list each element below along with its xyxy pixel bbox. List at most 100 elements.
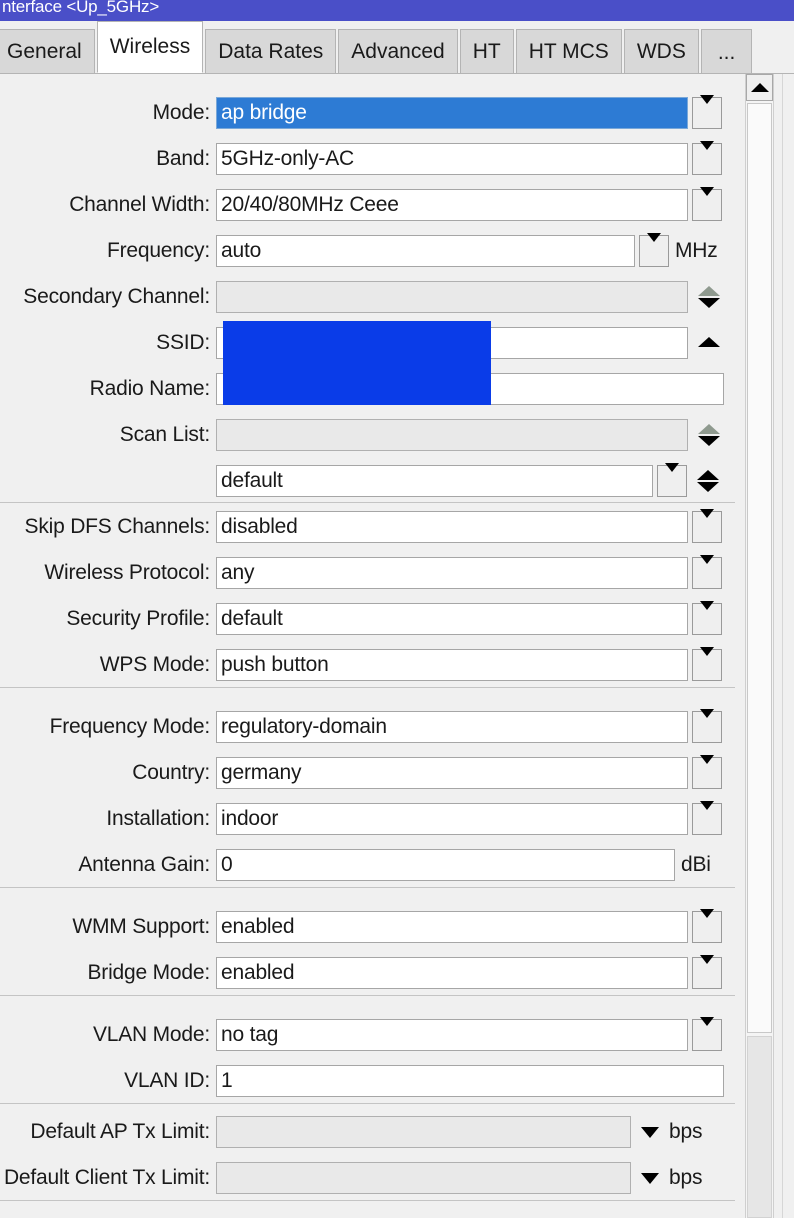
frequency-mode-label: Frequency Mode: [49, 715, 211, 738]
skip-dfs-channels-input[interactable]: disabled [216, 511, 688, 543]
vlan-id-input[interactable]: 1 [216, 1065, 724, 1097]
window-right-edge [782, 74, 794, 1218]
bridge-mode-dropdown-icon[interactable] [692, 955, 722, 989]
tab-bar: General Wireless Data Rates Advanced HT … [0, 21, 794, 73]
field-row-frequency-mode: Frequency Mode: regulatory-domain [0, 707, 722, 747]
field-row-antenna-gain: Antenna Gain: 0 dBi [0, 845, 711, 885]
field-row-default-ap-tx-limit: Default AP Tx Limit: bps [0, 1112, 702, 1152]
default-ap-tx-limit-dropdown-icon[interactable] [637, 1126, 663, 1138]
tab-label: Wireless [109, 35, 191, 58]
tab-data-rates[interactable]: Data Rates [205, 29, 337, 73]
section-divider [0, 1103, 735, 1104]
field-row-channel-width: Channel Width: 20/40/80MHz Ceee [0, 185, 722, 225]
scan-list-profile-input[interactable]: default [216, 465, 653, 497]
field-row-vlan-mode: VLAN Mode: no tag [0, 1015, 722, 1055]
wireless-protocol-input[interactable]: any [216, 557, 688, 589]
field-row-country: Country: germany [0, 753, 722, 793]
secondary-channel-spinner-icon[interactable] [694, 280, 724, 314]
field-row-skip-dfs-channels: Skip DFS Channels: disabled [0, 507, 722, 547]
wireless-protocol-dropdown-icon[interactable] [692, 555, 722, 589]
tab-label: Advanced [351, 39, 445, 63]
channel-width-dropdown-icon[interactable] [692, 187, 722, 221]
frequency-dropdown-icon[interactable] [639, 233, 669, 267]
default-client-tx-limit-dropdown-icon[interactable] [637, 1172, 663, 1184]
tab-advanced[interactable]: Advanced [338, 29, 458, 73]
skip-dfs-channels-dropdown-icon[interactable] [692, 509, 722, 543]
field-row-bridge-mode: Bridge Mode: enabled [0, 953, 722, 993]
tab-label: Data Rates [218, 39, 324, 63]
bridge-mode-input[interactable]: enabled [216, 957, 688, 989]
installation-dropdown-icon[interactable] [692, 801, 722, 835]
field-row-mode: Mode: ap bridge [0, 93, 722, 133]
field-row-security-profile: Security Profile: default [0, 599, 722, 639]
band-input[interactable]: 5GHz-only-AC [216, 143, 688, 175]
vertical-scrollbar[interactable] [745, 74, 774, 1218]
vlan-mode-dropdown-icon[interactable] [692, 1017, 722, 1051]
country-dropdown-icon[interactable] [692, 755, 722, 789]
antenna-gain-unit: dBi [681, 853, 711, 876]
ssid-spinner-icon[interactable] [694, 326, 724, 360]
frequency-mode-input[interactable]: regulatory-domain [216, 711, 688, 743]
field-row-frequency: Frequency: auto MHz [0, 231, 718, 271]
country-input[interactable]: germany [216, 757, 688, 789]
section-divider [0, 687, 735, 688]
scroll-up-arrow-icon[interactable] [746, 74, 773, 101]
mode-input[interactable]: ap bridge [216, 97, 688, 129]
field-row-wps-mode: WPS Mode: push button [0, 645, 722, 685]
secondary-channel-label: Secondary Channel: [23, 285, 210, 308]
frequency-unit: MHz [675, 239, 718, 262]
scan-list-profile-dropdown-icon[interactable] [657, 463, 687, 497]
antenna-gain-input[interactable]: 0 [216, 849, 675, 881]
section-divider [0, 995, 735, 996]
field-row-scan-list: Scan List: [0, 415, 724, 455]
default-client-tx-limit-input[interactable] [216, 1162, 631, 1194]
tab-ht[interactable]: HT [459, 29, 514, 73]
vlan-id-label: VLAN ID: [124, 1069, 210, 1092]
scan-list-input[interactable] [216, 419, 688, 451]
redaction-overlay [223, 321, 491, 405]
default-ap-tx-limit-unit: bps [669, 1120, 703, 1143]
mode-dropdown-icon[interactable] [692, 95, 722, 129]
wps-mode-input[interactable]: push button [216, 649, 688, 681]
frequency-label: Frequency: [106, 239, 210, 262]
tab-label: HT [472, 39, 501, 63]
installation-label: Installation: [106, 807, 210, 830]
channel-width-input[interactable]: 20/40/80MHz Ceee [216, 189, 688, 221]
section-divider [0, 502, 735, 503]
tab-wireless[interactable]: Wireless [96, 21, 204, 73]
scrollbar-track-lower[interactable] [747, 1036, 772, 1218]
scrollbar-thumb[interactable] [747, 103, 772, 1033]
security-profile-label: Security Profile: [66, 607, 210, 630]
wmm-support-input[interactable]: enabled [216, 911, 688, 943]
field-row-wireless-protocol: Wireless Protocol: any [0, 553, 722, 593]
vlan-mode-input[interactable]: no tag [216, 1019, 688, 1051]
tab-general[interactable]: General [0, 29, 95, 73]
wireless-settings-panel: Mode: ap bridge Band: 5GHz-only-AC Chann… [0, 73, 794, 1218]
wmm-support-label: WMM Support: [72, 915, 210, 938]
default-ap-tx-limit-label: Default AP Tx Limit: [30, 1120, 210, 1143]
tab-wds[interactable]: WDS [623, 29, 699, 73]
antenna-gain-label: Antenna Gain: [78, 853, 210, 876]
wps-mode-dropdown-icon[interactable] [692, 647, 722, 681]
tab-ht-mcs[interactable]: HT MCS [515, 29, 622, 73]
field-row-wmm-support: WMM Support: enabled [0, 907, 722, 947]
frequency-input[interactable]: auto [216, 235, 635, 267]
frequency-mode-dropdown-icon[interactable] [692, 709, 722, 743]
tab-label: WDS [636, 39, 686, 63]
security-profile-dropdown-icon[interactable] [692, 601, 722, 635]
field-row-default-client-tx-limit: Default Client Tx Limit: bps [0, 1158, 702, 1198]
installation-input[interactable]: indoor [216, 803, 688, 835]
default-ap-tx-limit-input[interactable] [216, 1116, 631, 1148]
secondary-channel-input[interactable] [216, 281, 688, 313]
band-dropdown-icon[interactable] [692, 141, 722, 175]
wmm-support-dropdown-icon[interactable] [692, 909, 722, 943]
scan-list-spinner-icon[interactable] [694, 418, 724, 452]
field-row-installation: Installation: indoor [0, 799, 722, 839]
security-profile-input[interactable]: default [216, 603, 688, 635]
bridge-mode-label: Bridge Mode: [87, 961, 210, 984]
scan-list-profile-spinner-icon[interactable] [693, 464, 723, 498]
radio-name-label: Radio Name: [89, 377, 211, 400]
tab-label: ... [717, 41, 736, 64]
tab-more[interactable]: ... [700, 29, 753, 73]
band-label: Band: [156, 147, 210, 170]
